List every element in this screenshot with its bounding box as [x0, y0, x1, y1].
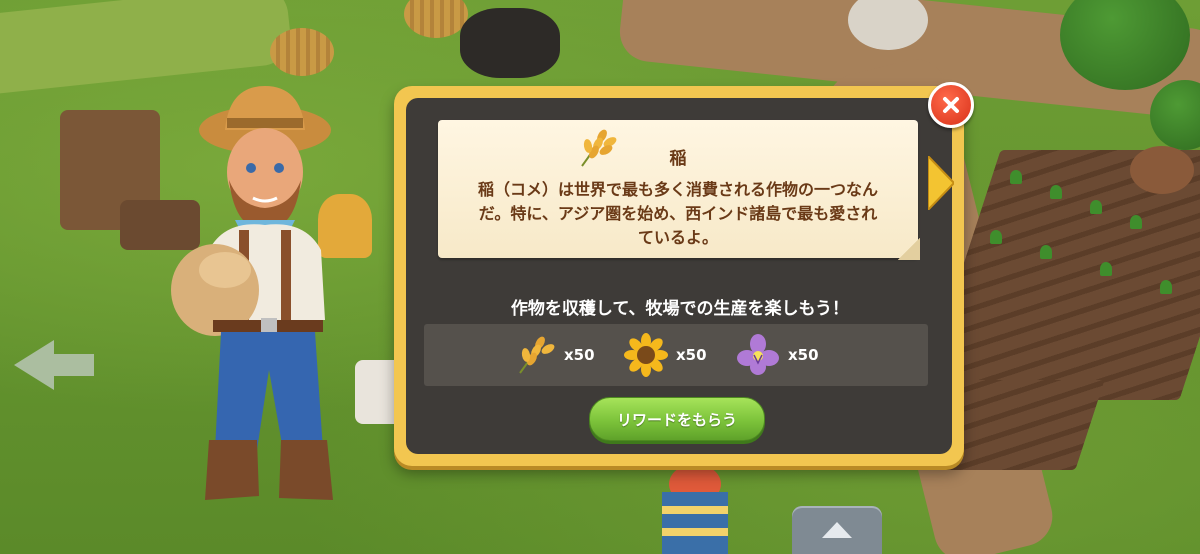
crop-name-title: 稲 [669, 149, 687, 169]
reward-quantity: x50 [676, 346, 707, 364]
claim-reward-button[interactable]: リワードをもらう [589, 397, 765, 441]
description-line: 稲（コメ）は世界で最も多く消費される作物の一つなん [477, 180, 878, 199]
reward-item-violet: x50 [736, 332, 819, 378]
description-line: だ。特に、アジア圏を始め、西インド諸島で最も愛され [478, 204, 878, 223]
reward-item-rice: x50 [512, 332, 595, 378]
sunflower-icon [624, 333, 668, 377]
crop-sprout [1160, 280, 1172, 294]
cow[interactable] [460, 8, 560, 78]
crop-sprout [1050, 185, 1062, 199]
reward-subtitle: 作物を収穫して、牧場での生産を楽しもう！ [510, 299, 850, 319]
close-button[interactable] [928, 82, 974, 128]
hay-bale[interactable] [1130, 146, 1194, 194]
description-line: ているよ。 [637, 228, 718, 247]
tower-building[interactable] [648, 462, 742, 554]
rice-icon [519, 336, 555, 374]
chevron-up-icon [822, 522, 852, 538]
violet-flower-icon [737, 334, 779, 375]
next-arrow-icon[interactable] [928, 156, 954, 210]
expand-menu-button[interactable] [792, 506, 882, 554]
description-scroll: 稲 稲（コメ）は世界で最も多く消費される作物の一つなん だ。特に、アジア圏を始め… [438, 120, 920, 260]
close-icon [943, 97, 959, 113]
crop-sprout [990, 230, 1002, 244]
reward-item-sunflower: x50 [624, 332, 707, 378]
crop-sprout [1100, 262, 1112, 276]
hay-bale[interactable] [270, 28, 334, 76]
reward-list: x50 x50 x50 [424, 324, 928, 386]
left-arrow-hint-icon [14, 340, 94, 390]
farmer-character [171, 86, 333, 500]
reward-quantity: x50 [564, 346, 595, 364]
crop-sprout [1040, 245, 1052, 259]
crop-sprout [1090, 200, 1102, 214]
crop-sprout [1010, 170, 1022, 184]
crop-description: 稲（コメ）は世界で最も多く消費される作物の一つなん だ。特に、アジア圏を始め、西… [458, 178, 898, 250]
reward-quantity: x50 [788, 346, 819, 364]
crop-sprout [1130, 215, 1142, 229]
